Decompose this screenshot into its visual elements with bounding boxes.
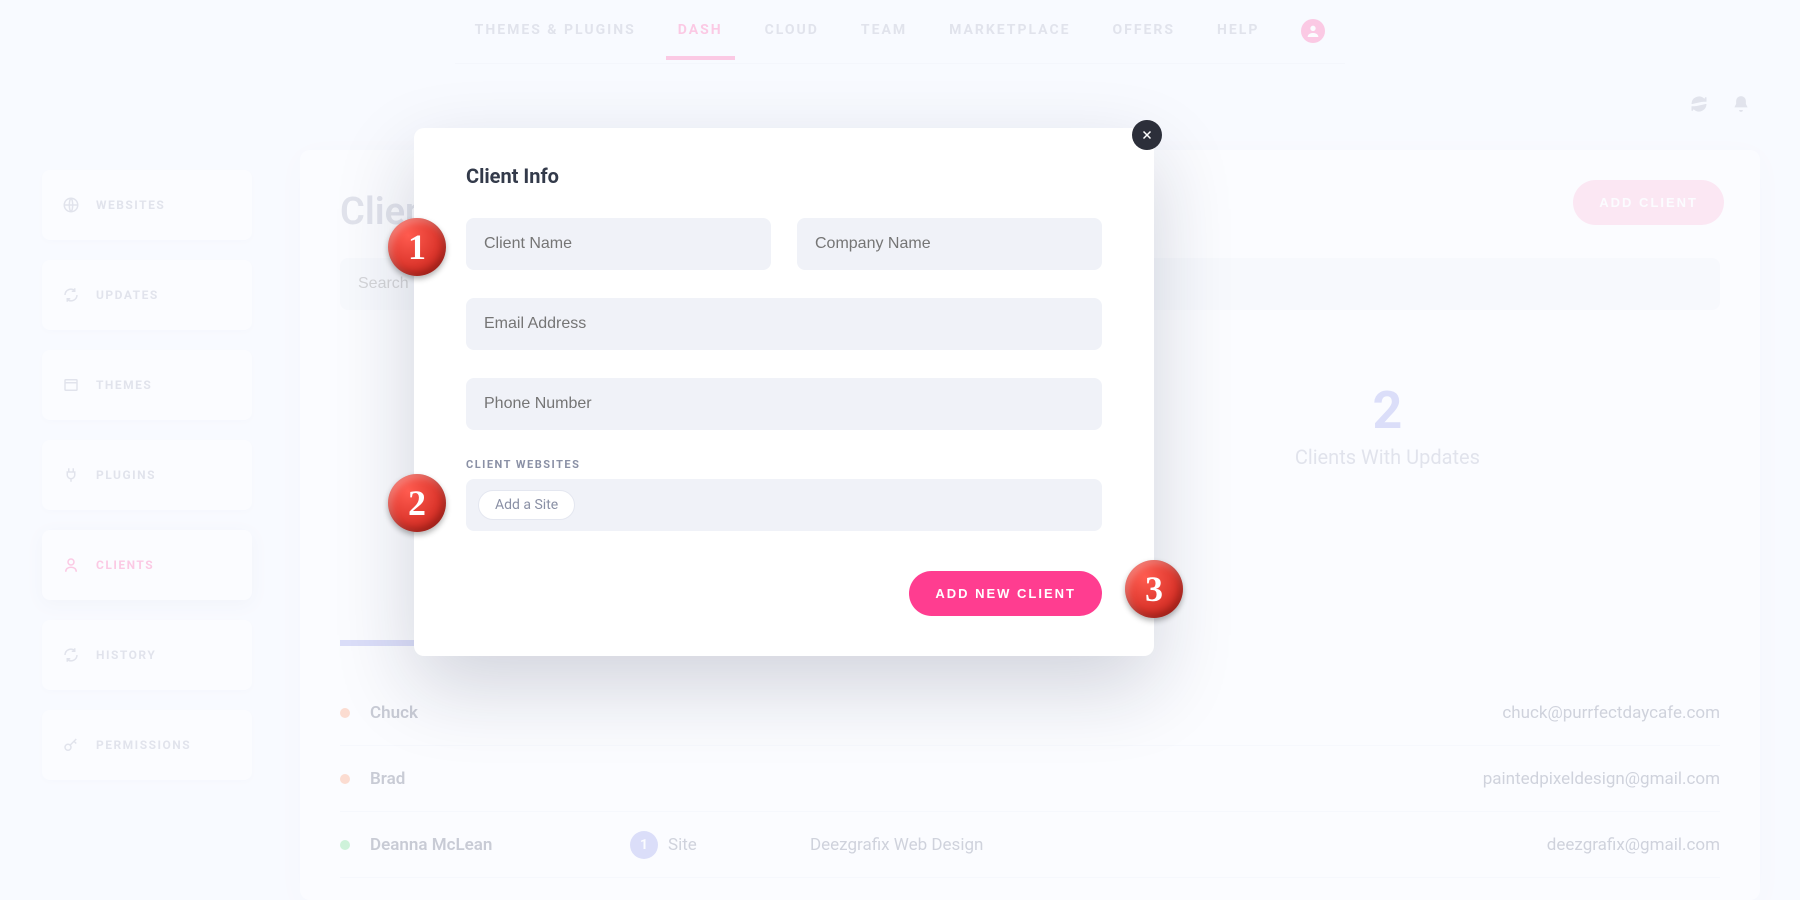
annotation-badge-1: 1: [388, 218, 446, 276]
modal-actions: ADD NEW CLIENT: [466, 571, 1102, 616]
annotation-badge-3: 3: [1125, 560, 1183, 618]
modal-close-button[interactable]: [1132, 120, 1162, 150]
client-websites-box[interactable]: Add a Site: [466, 479, 1102, 531]
close-icon: [1141, 129, 1153, 141]
form-row: [466, 218, 1102, 270]
websites-section-label: CLIENT WEBSITES: [466, 458, 1102, 471]
client-info-modal: Client Info CLIENT WEBSITES Add a Site A…: [414, 128, 1154, 656]
modal-title: Client Info: [466, 164, 1102, 188]
client-name-field[interactable]: [466, 218, 771, 270]
annotation-badge-2: 2: [388, 474, 446, 532]
email-field[interactable]: [466, 298, 1102, 350]
add-new-client-button[interactable]: ADD NEW CLIENT: [909, 571, 1102, 616]
add-site-chip[interactable]: Add a Site: [478, 490, 575, 520]
phone-field[interactable]: [466, 378, 1102, 430]
company-name-field[interactable]: [797, 218, 1102, 270]
